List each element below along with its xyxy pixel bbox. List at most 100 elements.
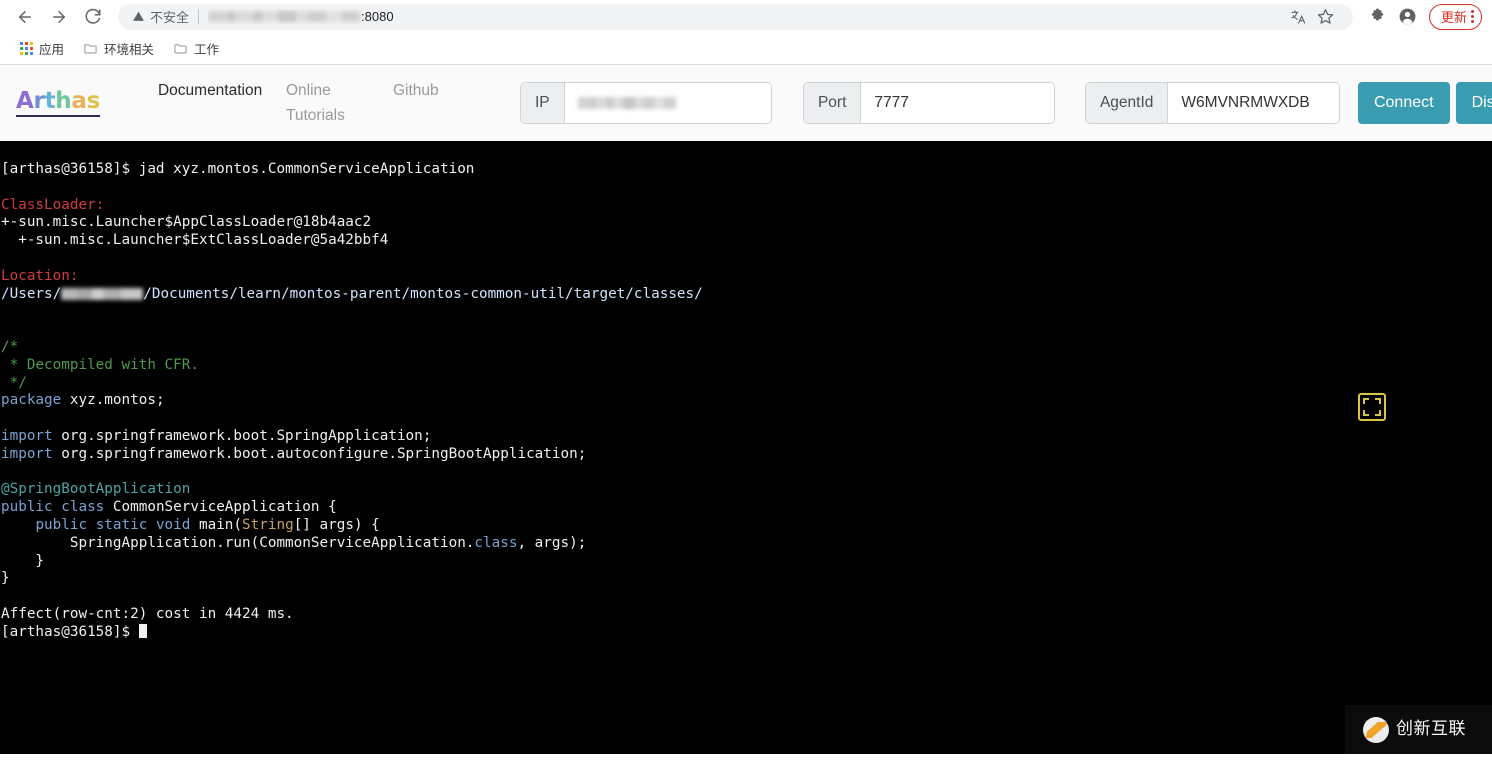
bookmark-label: 环境相关: [104, 43, 155, 57]
app-navigation: Documentation Online Tutorials Github: [100, 78, 508, 128]
reload-button[interactable]: [78, 2, 108, 32]
arthas-logo-letter-4: a: [71, 87, 87, 114]
terminal-text: public static void: [35, 516, 191, 533]
terminal-text: org.springframework.boot.SpringApplicati…: [52, 427, 432, 444]
terminal-text: org.springframework.boot.autoconfigure.S…: [52, 445, 587, 462]
terminal-line: import org.springframework.boot.autoconf…: [0, 446, 1492, 464]
terminal-line: */: [0, 375, 1492, 393]
terminal-text: import: [1, 427, 53, 444]
terminal-line: [arthas@36158]$ jad xyz.montos.CommonSer…: [0, 161, 1492, 179]
terminal-text: +-sun.misc.Launcher$AppClassLoader@18b4a…: [1, 214, 372, 231]
terminal-text: CommonServiceApplication {: [104, 499, 337, 516]
terminal-text: }: [1, 570, 10, 587]
terminal-line: ClassLoader:: [0, 197, 1492, 215]
terminal-text: /Users/: [1, 285, 62, 302]
terminal-line: +-sun.misc.Launcher$ExtClassLoader@5a42b…: [0, 232, 1492, 250]
browser-toolbar-actions: 更新: [1365, 3, 1482, 30]
terminal-text: [arthas@36158]$ jad xyz.montos.CommonSer…: [1, 161, 475, 177]
terminal-text: @SpringBootApplication: [1, 481, 191, 498]
port-field-label: Port: [803, 83, 862, 123]
arthas-logo-letter-2: t: [44, 87, 56, 114]
terminal-text: */: [1, 374, 27, 391]
arthas-logo-letter-0: A: [16, 87, 34, 114]
terminal-text: Affect(row-cnt:2) cost in 4424 ms.: [1, 605, 294, 622]
kebab-menu-icon[interactable]: [1471, 10, 1474, 23]
ip-field-group: IP: [519, 82, 772, 124]
translate-icon[interactable]: [1285, 4, 1311, 30]
nav-link-online-tutorials[interactable]: Online Tutorials: [286, 78, 393, 128]
terminal-line: [0, 410, 1492, 428]
update-label: 更新: [1440, 10, 1467, 25]
port-input[interactable]: 7777: [861, 83, 1054, 123]
terminal-line: SpringApplication.run(CommonServiceAppli…: [0, 535, 1492, 553]
swoosh-circle-logo-icon: [1363, 716, 1389, 743]
terminal-line: [0, 179, 1492, 197]
terminal-cursor: [138, 623, 147, 638]
security-indicator[interactable]: 不安全: [132, 7, 189, 26]
disconnect-button[interactable]: Disconnect: [1455, 82, 1492, 124]
arthas-logo-letter-1: r: [33, 87, 45, 114]
terminal-line: [0, 303, 1492, 321]
terminal-text: import: [1, 445, 53, 462]
terminal-text: xyz.montos;: [61, 392, 165, 409]
warning-triangle-icon: [133, 11, 144, 21]
browser-navigation-bar: 不安全 :8080 更新: [0, 0, 1492, 33]
connect-button[interactable]: Connect: [1357, 82, 1450, 124]
nav-link-github[interactable]: Github: [393, 78, 508, 103]
security-label: 不安全: [150, 10, 190, 25]
terminal-output: [arthas@36158]$ jad xyz.montos.CommonSer…: [0, 161, 1492, 642]
terminal-text: +-sun.misc.Launcher$ExtClassLoader@5a42b…: [1, 232, 389, 249]
bookmark-label: 工作: [194, 43, 220, 57]
forward-button[interactable]: [44, 2, 74, 32]
puzzle-icon[interactable]: [1365, 4, 1391, 30]
arthas-terminal[interactable]: [arthas@36158]$ jad xyz.montos.CommonSer…: [0, 141, 1492, 754]
agentid-input[interactable]: W6MVNRMWXDB: [1168, 83, 1339, 123]
terminal-text: class: [474, 534, 518, 551]
terminal-text: , args);: [517, 534, 587, 551]
terminal-text: [arthas@36158]$: [1, 623, 139, 640]
terminal-line: [arthas@36158]$: [0, 623, 1492, 642]
folder-icon: [174, 44, 187, 54]
terminal-text: public class: [1, 499, 105, 516]
terminal-text: SpringApplication.run(CommonServiceAppli…: [1, 534, 475, 551]
fullscreen-expand-icon[interactable]: [1358, 393, 1386, 421]
apps-grid-icon: [20, 42, 33, 55]
update-button[interactable]: 更新: [1428, 3, 1482, 30]
terminal-text: /*: [1, 338, 19, 355]
terminal-line: Location:: [0, 268, 1492, 286]
omnibox-divider: [198, 9, 200, 24]
avatar-icon[interactable]: [1395, 4, 1421, 30]
arthas-logo[interactable]: Arthas: [16, 87, 100, 118]
redacted-ip-value: [577, 97, 676, 109]
agentid-field-group: AgentId W6MVNRMWXDB: [1084, 82, 1340, 124]
bookmarks-bar: 应用 环境相关 工作: [0, 33, 1492, 65]
terminal-text: /Documents/learn/montos-parent/montos-co…: [143, 285, 703, 302]
bookmark-folder-env[interactable]: 环境相关: [75, 35, 162, 62]
redacted-host: [208, 11, 361, 22]
terminal-line: /Users/ /Documents/learn/montos-parent/mo…: [0, 286, 1492, 304]
bookmark-apps[interactable]: 应用: [12, 35, 72, 62]
terminal-line: import org.springframework.boot.SpringAp…: [0, 428, 1492, 446]
arthas-app-header: Arthas Documentation Online Tutorials Gi…: [0, 65, 1492, 141]
terminal-line: [0, 464, 1492, 482]
terminal-line: * Decompiled with CFR.: [0, 357, 1492, 375]
address-bar[interactable]: 不安全 :8080: [118, 3, 1353, 30]
terminal-line: Affect(row-cnt:2) cost in 4424 ms.: [0, 606, 1492, 624]
terminal-line: +-sun.misc.Launcher$AppClassLoader@18b4a…: [0, 214, 1492, 232]
bookmark-folder-work[interactable]: 工作: [165, 35, 227, 62]
terminal-line: [0, 321, 1492, 339]
nav-link-documentation[interactable]: Documentation: [158, 78, 286, 103]
terminal-line: }: [0, 553, 1492, 571]
ip-input[interactable]: [564, 83, 771, 123]
terminal-line: }: [0, 570, 1492, 588]
terminal-text: main(: [190, 516, 243, 533]
back-button[interactable]: [10, 2, 40, 32]
star-icon[interactable]: [1313, 4, 1339, 30]
agentid-field-label: AgentId: [1085, 83, 1169, 123]
